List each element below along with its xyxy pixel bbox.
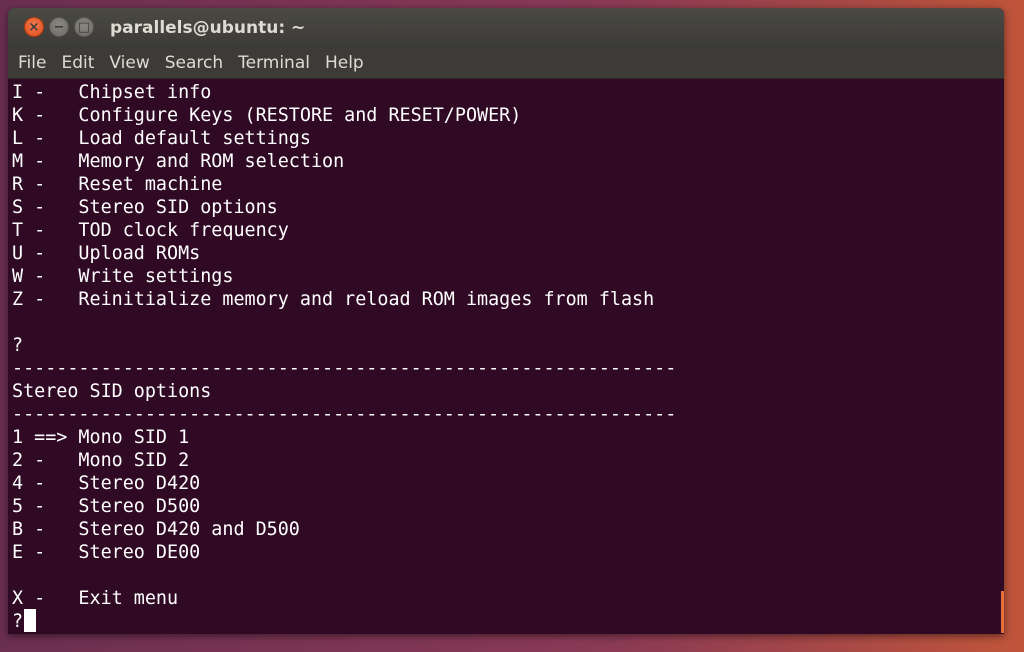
maximize-window-button[interactable]: □ [74,17,94,37]
terminal-line: M - Memory and ROM selection [12,151,345,172]
terminal-line: U - Upload ROMs [12,243,201,264]
minimize-icon: − [53,19,65,35]
minimize-window-button[interactable]: − [49,17,69,37]
menu-help[interactable]: Help [317,48,371,78]
terminal-line: 1 ==> Mono SID 1 [12,427,190,448]
terminal-window: × − □ parallels@ubuntu: ~ File Edit View… [8,8,1004,634]
menu-view[interactable]: View [101,48,156,78]
terminal-line: Z - Reinitialize memory and reload ROM i… [12,289,655,310]
terminal-line: 2 - Mono SID 2 [12,450,190,471]
terminal-line: W - Write settings [12,266,234,287]
terminal-line: 5 - Stereo D500 [12,496,201,517]
desktop-background: × − □ parallels@ubuntu: ~ File Edit View… [0,0,1024,652]
terminal-line: Stereo SID options [12,381,212,402]
terminal-line: L - Load default settings [12,128,311,149]
terminal-line: R - Reset machine [12,174,223,195]
scrollbar[interactable] [1001,591,1004,633]
menu-edit[interactable]: Edit [53,48,101,78]
close-window-button[interactable]: × [24,17,44,37]
text-cursor [24,609,36,632]
terminal-line: K - Configure Keys (RESTORE and RESET/PO… [12,105,522,126]
terminal-line: ----------------------------------------… [12,358,677,379]
terminal-line: S - Stereo SID options [12,197,278,218]
terminal-output[interactable]: I - Chipset info K - Configure Keys (RES… [8,79,1004,634]
terminal-line: ----------------------------------------… [12,404,677,425]
menu-bar: File Edit View Search Terminal Help [8,48,1004,79]
maximize-icon: □ [77,19,91,35]
terminal-line: B - Stereo D420 and D500 [12,519,300,540]
terminal-line: 4 - Stereo D420 [12,473,201,494]
window-title: parallels@ubuntu: ~ [110,18,306,38]
terminal-line: ? [12,335,24,356]
terminal-line: ? [12,611,24,632]
title-bar[interactable]: × − □ parallels@ubuntu: ~ [8,8,1004,48]
menu-terminal[interactable]: Terminal [230,48,317,78]
menu-file[interactable]: File [8,48,53,78]
terminal-line: E - Stereo DE00 [12,542,201,563]
terminal-line: I - Chipset info [12,82,212,103]
menu-search[interactable]: Search [157,48,230,78]
close-icon: × [28,19,40,35]
terminal-line: X - Exit menu [12,588,179,609]
terminal-line: T - TOD clock frequency [12,220,289,241]
